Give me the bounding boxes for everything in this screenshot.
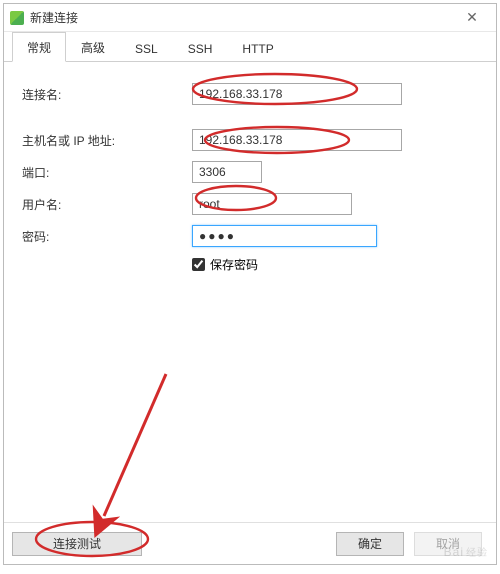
port-label: 端口:	[22, 164, 192, 181]
watermark: Bai经验	[444, 539, 488, 562]
host-input[interactable]	[192, 129, 402, 151]
tab-ssl[interactable]: SSL	[120, 35, 173, 61]
window-title: 新建连接	[30, 9, 454, 26]
password-input[interactable]	[192, 225, 377, 247]
bottom-bar: 连接测试 确定 取消	[4, 522, 496, 564]
save-password-checkbox[interactable]	[192, 258, 205, 271]
username-label: 用户名:	[22, 196, 192, 213]
test-connection-button[interactable]: 连接测试	[12, 532, 142, 556]
titlebar: 新建连接 ✕	[4, 4, 496, 32]
connection-name-label: 连接名:	[22, 86, 192, 103]
save-password-label: 保存密码	[210, 256, 258, 273]
row-save-password: 保存密码	[192, 256, 478, 273]
row-password: 密码:	[22, 224, 478, 248]
row-connection-name: 连接名:	[22, 82, 478, 106]
row-host: 主机名或 IP 地址:	[22, 128, 478, 152]
connection-name-input[interactable]	[192, 83, 402, 105]
username-input[interactable]	[192, 193, 352, 215]
tab-general[interactable]: 常规	[12, 32, 66, 62]
tab-advanced[interactable]: 高级	[66, 32, 120, 61]
row-username: 用户名:	[22, 192, 478, 216]
password-label: 密码:	[22, 228, 192, 245]
ok-button[interactable]: 确定	[336, 532, 404, 556]
tabbar: 常规 高级 SSL SSH HTTP	[4, 32, 496, 62]
close-button[interactable]: ✕	[454, 9, 490, 26]
host-label: 主机名或 IP 地址:	[22, 132, 192, 149]
tab-ssh[interactable]: SSH	[173, 35, 228, 61]
dialog-window: 新建连接 ✕ 常规 高级 SSL SSH HTTP 连接名: 主机名或 IP 地…	[3, 3, 497, 565]
form-area: 连接名: 主机名或 IP 地址: 端口: 用户名: 密码: 保存密码	[4, 62, 496, 273]
app-icon	[10, 11, 24, 25]
port-input[interactable]	[192, 161, 262, 183]
tab-http[interactable]: HTTP	[227, 35, 288, 61]
row-port: 端口:	[22, 160, 478, 184]
